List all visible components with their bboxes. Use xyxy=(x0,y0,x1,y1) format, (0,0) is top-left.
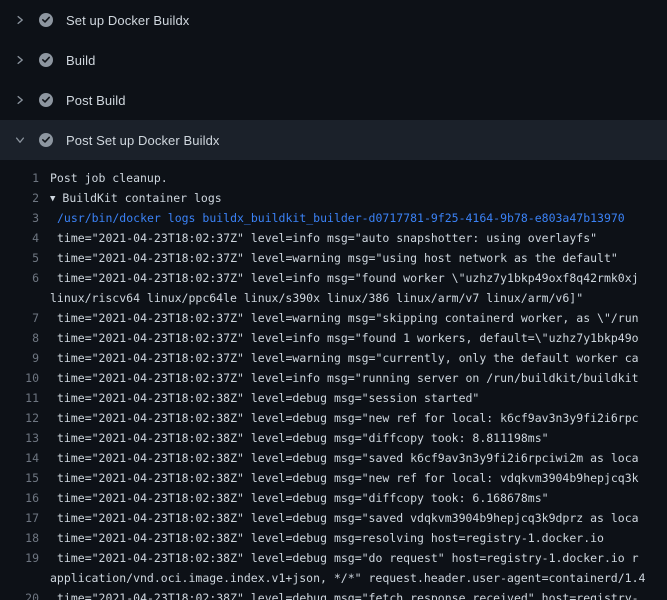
chevron-icon[interactable] xyxy=(12,132,28,148)
line-number[interactable]: 3 xyxy=(0,208,50,228)
line-number xyxy=(0,288,50,308)
log-line: 14 time="2021-04-23T18:02:38Z" level=deb… xyxy=(0,448,667,468)
check-circle-icon xyxy=(38,52,54,68)
log-line: 15 time="2021-04-23T18:02:38Z" level=deb… xyxy=(0,468,667,488)
log-text: time="2021-04-23T18:02:38Z" level=debug … xyxy=(50,388,667,408)
step-label: Build xyxy=(66,53,95,68)
step-header-build[interactable]: Build xyxy=(0,40,667,80)
log-line: 6 time="2021-04-23T18:02:37Z" level=info… xyxy=(0,268,667,288)
log-text: time="2021-04-23T18:02:38Z" level=debug … xyxy=(50,508,667,528)
line-number[interactable]: 5 xyxy=(0,248,50,268)
log-text: application/vnd.oci.image.index.v1+json,… xyxy=(50,568,667,588)
log-text: time="2021-04-23T18:02:38Z" level=debug … xyxy=(50,428,667,448)
line-number[interactable]: 2 xyxy=(0,188,50,208)
log-line: 12 time="2021-04-23T18:02:38Z" level=deb… xyxy=(0,408,667,428)
step-header-set-up-docker-buildx[interactable]: Set up Docker Buildx xyxy=(0,0,667,40)
step-label: Post Set up Docker Buildx xyxy=(66,133,220,148)
log-line: linux/riscv64 linux/ppc64le linux/s390x … xyxy=(0,288,667,308)
log-text: /usr/bin/docker logs buildx_buildkit_bui… xyxy=(50,208,667,228)
line-number[interactable]: 13 xyxy=(0,428,50,448)
line-number[interactable]: 10 xyxy=(0,368,50,388)
log-line: 9 time="2021-04-23T18:02:37Z" level=warn… xyxy=(0,348,667,368)
log-text: linux/riscv64 linux/ppc64le linux/s390x … xyxy=(50,288,667,308)
group-toggle-icon[interactable]: ▼ xyxy=(50,189,55,208)
log-line: 17 time="2021-04-23T18:02:38Z" level=deb… xyxy=(0,508,667,528)
step-label: Set up Docker Buildx xyxy=(66,13,189,28)
log-line: 20 time="2021-04-23T18:02:38Z" level=deb… xyxy=(0,588,667,600)
log-text: time="2021-04-23T18:02:38Z" level=debug … xyxy=(50,468,667,488)
line-number[interactable]: 7 xyxy=(0,308,50,328)
log-text: time="2021-04-23T18:02:37Z" level=warnin… xyxy=(50,248,667,268)
log-line: 7 time="2021-04-23T18:02:37Z" level=warn… xyxy=(0,308,667,328)
line-number[interactable]: 20 xyxy=(0,588,50,600)
log-line: 18 time="2021-04-23T18:02:38Z" level=deb… xyxy=(0,528,667,548)
log-text: time="2021-04-23T18:02:38Z" level=debug … xyxy=(50,408,667,428)
actions-log-viewer: Set up Docker Buildx Build P xyxy=(0,0,667,600)
steps-list: Set up Docker Buildx Build P xyxy=(0,0,667,160)
line-number[interactable]: 14 xyxy=(0,448,50,468)
log-line: 13 time="2021-04-23T18:02:38Z" level=deb… xyxy=(0,428,667,448)
log-text: time="2021-04-23T18:02:37Z" level=info m… xyxy=(50,268,667,288)
line-number[interactable]: 11 xyxy=(0,388,50,408)
log-line: 4 time="2021-04-23T18:02:37Z" level=info… xyxy=(0,228,667,248)
log-line: 3 /usr/bin/docker logs buildx_buildkit_b… xyxy=(0,208,667,228)
log-text: time="2021-04-23T18:02:37Z" level=info m… xyxy=(50,228,667,248)
check-circle-icon xyxy=(38,132,54,148)
log-line: 2 ▼BuildKit container logs xyxy=(0,188,667,208)
log-text: time="2021-04-23T18:02:37Z" level=warnin… xyxy=(50,348,667,368)
line-number[interactable]: 4 xyxy=(0,228,50,248)
step-header-post-set-up-docker-buildx[interactable]: Post Set up Docker Buildx xyxy=(0,120,667,160)
chevron-icon[interactable] xyxy=(12,52,28,68)
log-text: time="2021-04-23T18:02:37Z" level=info m… xyxy=(50,328,667,348)
log-text: time="2021-04-23T18:02:37Z" level=warnin… xyxy=(50,308,667,328)
step-label: Post Build xyxy=(66,93,126,108)
log-view: 1 Post job cleanup. 2 ▼BuildKit containe… xyxy=(0,160,667,600)
line-number[interactable]: 9 xyxy=(0,348,50,368)
line-number xyxy=(0,568,50,588)
check-circle-icon xyxy=(38,12,54,28)
log-text: time="2021-04-23T18:02:38Z" level=debug … xyxy=(50,528,667,548)
log-line: 1 Post job cleanup. xyxy=(0,168,667,188)
check-circle-icon xyxy=(38,92,54,108)
log-text: time="2021-04-23T18:02:38Z" level=debug … xyxy=(50,548,667,568)
log-text: time="2021-04-23T18:02:38Z" level=debug … xyxy=(50,588,667,600)
line-number[interactable]: 6 xyxy=(0,268,50,288)
log-line: 5 time="2021-04-23T18:02:37Z" level=warn… xyxy=(0,248,667,268)
line-number[interactable]: 16 xyxy=(0,488,50,508)
line-number[interactable]: 17 xyxy=(0,508,50,528)
log-group-title[interactable]: ▼BuildKit container logs xyxy=(50,188,667,208)
line-number[interactable]: 8 xyxy=(0,328,50,348)
log-line: 11 time="2021-04-23T18:02:38Z" level=deb… xyxy=(0,388,667,408)
line-number[interactable]: 15 xyxy=(0,468,50,488)
log-line: 8 time="2021-04-23T18:02:37Z" level=info… xyxy=(0,328,667,348)
chevron-icon[interactable] xyxy=(12,92,28,108)
log-text: time="2021-04-23T18:02:37Z" level=info m… xyxy=(50,368,667,388)
step-header-post-build[interactable]: Post Build xyxy=(0,80,667,120)
log-text: Post job cleanup. xyxy=(50,168,667,188)
log-text: time="2021-04-23T18:02:38Z" level=debug … xyxy=(50,448,667,468)
log-text: time="2021-04-23T18:02:38Z" level=debug … xyxy=(50,488,667,508)
chevron-icon[interactable] xyxy=(12,12,28,28)
line-number[interactable]: 18 xyxy=(0,528,50,548)
log-line: application/vnd.oci.image.index.v1+json,… xyxy=(0,568,667,588)
line-number[interactable]: 1 xyxy=(0,168,50,188)
log-line: 10 time="2021-04-23T18:02:37Z" level=inf… xyxy=(0,368,667,388)
log-line: 16 time="2021-04-23T18:02:38Z" level=deb… xyxy=(0,488,667,508)
line-number[interactable]: 12 xyxy=(0,408,50,428)
log-line: 19 time="2021-04-23T18:02:38Z" level=deb… xyxy=(0,548,667,568)
line-number[interactable]: 19 xyxy=(0,548,50,568)
